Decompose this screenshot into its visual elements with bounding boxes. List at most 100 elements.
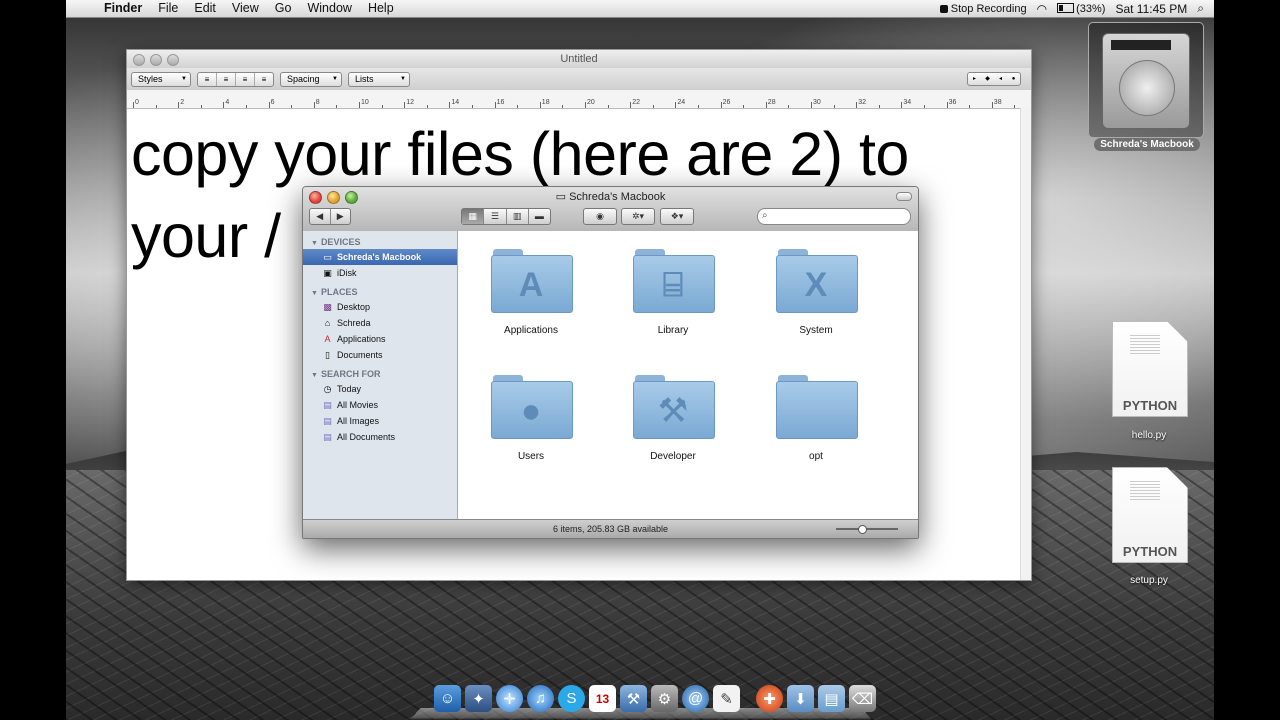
zoom-button[interactable] bbox=[167, 54, 179, 66]
align-left-icon[interactable]: ≡ bbox=[198, 72, 217, 86]
sidebar-item-home[interactable]: ⌂ Schreda bbox=[303, 315, 457, 331]
menu-window[interactable]: Window bbox=[299, 0, 359, 17]
sidebar-item-documents[interactable]: ▯ Documents bbox=[303, 347, 457, 363]
menu-help[interactable]: Help bbox=[360, 0, 402, 17]
disclosure-triangle-icon: ▼ bbox=[311, 372, 318, 379]
align-right-icon[interactable]: ≡ bbox=[255, 73, 273, 86]
sidebar-item-all-movies[interactable]: ▤ All Movies bbox=[303, 397, 457, 413]
styles-dropdown[interactable]: Styles bbox=[131, 71, 191, 87]
ruler[interactable]: 0 2 4 6 8 10 12 14 16 18 20 22 24 26 28 30 32 34 36 38 bbox=[127, 90, 1031, 109]
preview-dock-icon[interactable]: ✦ bbox=[465, 685, 492, 712]
sidebar-item-applications[interactable]: A Applications bbox=[303, 331, 457, 347]
folder-opt[interactable]: opt bbox=[766, 375, 866, 462]
list-view-icon[interactable]: ☰ bbox=[484, 209, 507, 224]
menu-view[interactable]: View bbox=[224, 0, 267, 17]
library-folder-icon: ⌸ bbox=[633, 249, 715, 313]
quick-look-button[interactable]: ◉ bbox=[583, 208, 617, 225]
safari-dock-icon[interactable]: ✛ bbox=[496, 685, 523, 712]
sidebar-header-devices[interactable]: ▼ DEVICES bbox=[303, 233, 457, 249]
finder-dock-icon[interactable]: ☺ bbox=[434, 685, 461, 712]
desktop-hard-drive[interactable] bbox=[1088, 22, 1204, 138]
back-arrow-icon[interactable]: ◀ bbox=[310, 209, 331, 224]
folder-library[interactable]: ⌸ Library bbox=[623, 249, 723, 336]
minimize-button[interactable] bbox=[150, 54, 162, 66]
xcode-dock-icon[interactable]: ⚒ bbox=[620, 685, 647, 712]
stop-recording-item[interactable]: Stop Recording bbox=[939, 2, 1027, 15]
sidebar-header-places[interactable]: ▼ PLACES bbox=[303, 283, 457, 299]
folder-applications[interactable]: A Applications bbox=[481, 249, 581, 336]
right-tab-icon[interactable]: ◂ bbox=[994, 73, 1007, 85]
align-justify-icon[interactable]: ≡ bbox=[236, 72, 255, 86]
forward-arrow-icon[interactable]: ▶ bbox=[331, 209, 351, 224]
textedit-format-bar: Styles ≡ ≡ ≡ ≡ Spacing Lists ▸ ◆ ◂ ● bbox=[127, 68, 1031, 90]
sidebar-item-all-images[interactable]: ▤ All Images bbox=[303, 413, 457, 429]
back-forward-buttons: ◀ ▶ bbox=[309, 208, 351, 225]
coverflow-view-icon[interactable]: ▬ bbox=[529, 209, 550, 224]
menu-app-finder[interactable]: Finder bbox=[96, 0, 150, 17]
toolbar-toggle-button[interactable] bbox=[896, 192, 912, 201]
menu-file[interactable]: File bbox=[150, 0, 186, 17]
sidebar-item-macbook[interactable]: ▭ Schreda's Macbook bbox=[303, 249, 457, 265]
desktop: Finder File Edit View Go Window Help Sto… bbox=[66, 0, 1214, 720]
eye-icon: ◉ bbox=[596, 211, 604, 221]
folder-system[interactable]: X System bbox=[766, 249, 866, 336]
clock[interactable]: Sat 11:45 PM bbox=[1115, 2, 1187, 16]
trash-dock-icon[interactable]: ⌫ bbox=[849, 685, 876, 712]
stop-recording-label: Stop Recording bbox=[950, 2, 1027, 15]
sidebar-item-today[interactable]: ◷ Today bbox=[303, 381, 457, 397]
spacing-dropdown[interactable]: Spacing bbox=[280, 71, 342, 87]
close-button[interactable] bbox=[133, 54, 145, 66]
downloads-dock-icon[interactable]: ⬇ bbox=[787, 685, 814, 712]
wifi-icon[interactable]: ◠ bbox=[1037, 2, 1047, 16]
ruler-tick bbox=[223, 102, 225, 108]
center-tab-icon[interactable]: ◆ bbox=[981, 73, 994, 85]
menu-go[interactable]: Go bbox=[267, 0, 300, 17]
align-center-icon[interactable]: ≡ bbox=[217, 72, 236, 86]
help-dock-icon[interactable]: ✚ bbox=[756, 685, 783, 712]
sidebar-item-all-documents[interactable]: ▤ All Documents bbox=[303, 429, 457, 445]
left-tab-icon[interactable]: ▸ bbox=[968, 73, 981, 85]
battery-item[interactable]: (33%) bbox=[1057, 2, 1105, 15]
spotlight-search-icon[interactable]: ⌕ bbox=[1197, 1, 1204, 16]
ruler-tick bbox=[856, 102, 858, 108]
lists-dropdown[interactable]: Lists bbox=[348, 71, 410, 87]
column-view-icon[interactable]: ▥ bbox=[507, 209, 529, 224]
action-button[interactable]: ✲▾ bbox=[621, 208, 655, 225]
ical-dock-icon[interactable]: 13 bbox=[589, 685, 616, 712]
documents-dock-icon[interactable]: ▤ bbox=[818, 685, 845, 712]
folder-label: System bbox=[799, 325, 833, 336]
mail-dock-icon[interactable]: @ bbox=[682, 685, 709, 712]
slider-knob[interactable] bbox=[858, 525, 867, 534]
decimal-tab-icon[interactable]: ● bbox=[1007, 73, 1020, 85]
desktop-file-setup-label: setup.py bbox=[1130, 575, 1168, 586]
sidebar-item-desktop[interactable]: ▩ Desktop bbox=[303, 299, 457, 315]
desktop-file-setup[interactable]: PYTHON bbox=[1112, 467, 1188, 563]
icon-size-slider[interactable] bbox=[836, 525, 898, 534]
icon-view-icon[interactable]: ▦ bbox=[462, 209, 485, 224]
system-preferences-dock-icon[interactable]: ⚙ bbox=[651, 685, 678, 712]
menu-bar: Finder File Edit View Go Window Help Sto… bbox=[66, 0, 1214, 18]
ruler-tick bbox=[291, 105, 293, 108]
ruler-tick bbox=[200, 105, 202, 108]
menu-edit[interactable]: Edit bbox=[186, 0, 224, 17]
hard-drive-icon: ▭ bbox=[323, 252, 332, 262]
textedit-titlebar[interactable]: Untitled bbox=[127, 50, 1031, 68]
tab-stop-buttons: ▸ ◆ ◂ ● bbox=[967, 72, 1021, 86]
desktop-file-hello[interactable]: PYTHON bbox=[1112, 321, 1188, 417]
dropbox-button[interactable]: ❖▾ bbox=[660, 208, 694, 225]
ruler-tick bbox=[878, 105, 880, 108]
ruler-tick bbox=[969, 105, 971, 108]
search-input[interactable]: ⌕ bbox=[757, 208, 911, 225]
skype-dock-icon[interactable]: S bbox=[558, 685, 585, 712]
sidebar-header-search-for[interactable]: ▼ SEARCH FOR bbox=[303, 365, 457, 381]
textedit-dock-icon[interactable]: ✎ bbox=[713, 685, 740, 712]
sidebar-item-label: Schreda's Macbook bbox=[337, 252, 422, 262]
dock: ☺ ✦ ✛ ♫ S 13 ⚒ ⚙ @ ✎ ✚ ⬇ ▤ ⌫ bbox=[410, 676, 876, 720]
textedit-scrollbar[interactable] bbox=[1020, 108, 1031, 580]
ruler-tick bbox=[833, 105, 835, 108]
sidebar-item-label: Applications bbox=[337, 334, 386, 344]
sidebar-item-idisk[interactable]: ▣ iDisk bbox=[303, 265, 457, 281]
itunes-dock-icon[interactable]: ♫ bbox=[527, 685, 554, 712]
folder-developer[interactable]: ⚒ Developer bbox=[623, 375, 723, 462]
folder-users[interactable]: ● Users bbox=[481, 375, 581, 462]
